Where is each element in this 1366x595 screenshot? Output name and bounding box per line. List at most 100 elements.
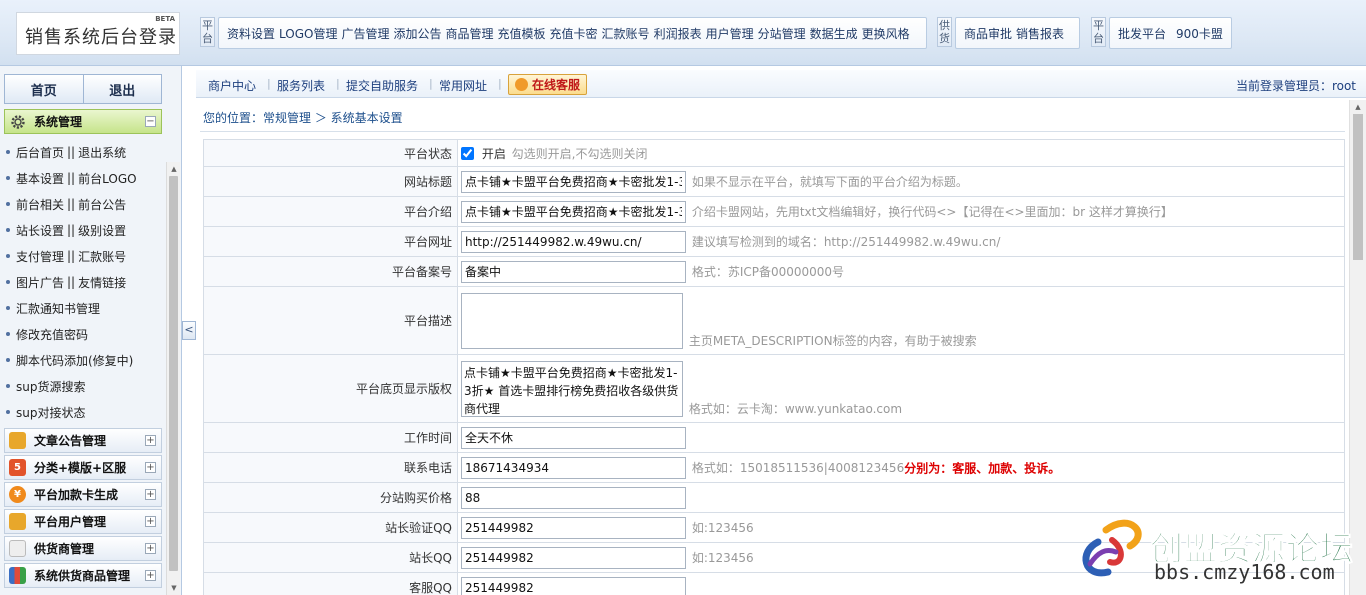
menu-link[interactable]: sup对接状态 — [16, 404, 85, 421]
group-tag-supply: 供货 — [937, 17, 952, 47]
collapse-toggle-icon[interactable]: − — [145, 116, 156, 127]
row-icp: 平台备案号 格式：苏ICP备00000000号 — [203, 256, 1345, 287]
content-toolbar: 商户中心 | 服务列表 | 提交自助服务 | 常用网址 | 在线客服 当前登录管… — [196, 70, 1366, 98]
section-user-management[interactable]: 平台用户管理 + — [4, 509, 162, 534]
field-hint: 勾选则开启,不勾选则关闭 — [511, 146, 648, 161]
description-textarea[interactable] — [461, 292, 683, 349]
row-description: 平台描述 主页META_DESCRIPTION标签的内容，有助于被搜索 — [203, 286, 1345, 355]
field-hint: 如:123456 — [691, 521, 754, 535]
scroll-up-icon[interactable]: ▲ — [1350, 100, 1366, 114]
online-service-button[interactable]: 在线客服 — [508, 74, 588, 95]
section-label: 平台用户管理 — [34, 515, 107, 529]
expand-toggle-icon[interactable]: + — [145, 435, 156, 446]
section-supplier-products[interactable]: 系统供货商品管理 + — [4, 563, 162, 588]
section-card-generation[interactable]: ¥ 平台加款卡生成 + — [4, 482, 162, 507]
expand-toggle-icon[interactable]: + — [145, 462, 156, 473]
menu-link[interactable]: 基本设置 — [16, 170, 64, 187]
logout-button[interactable]: 退出 — [83, 74, 162, 104]
nav-link-ads[interactable]: 广告管理 — [341, 25, 389, 42]
admin-info: 当前登录管理员：root — [1235, 79, 1356, 93]
platform-url-input[interactable] — [461, 230, 686, 253]
expand-toggle-icon[interactable]: + — [145, 489, 156, 500]
nav-link-substations[interactable]: 分站管理 — [758, 25, 806, 42]
nav-link-theme[interactable]: 更换风格 — [862, 25, 910, 42]
menu-link[interactable]: 后台首页 — [16, 144, 64, 161]
watermark-url: bbs.cmzy168.com — [1154, 560, 1335, 584]
site-title-input[interactable] — [461, 170, 686, 193]
menu-link[interactable]: 脚本代码添加(修复中) — [16, 352, 133, 369]
nav-link-product-approval[interactable]: 商品审批 — [964, 25, 1012, 42]
menu-link[interactable]: 支付管理 — [16, 248, 64, 265]
menu-link[interactable]: 友情链接 — [78, 274, 126, 291]
menu-link[interactable]: 前台公告 — [78, 196, 126, 213]
section-label: 系统供货商品管理 — [34, 569, 131, 583]
menu-link[interactable]: sup货源搜索 — [16, 378, 85, 395]
worktime-input[interactable] — [461, 426, 686, 449]
phone-input[interactable] — [461, 456, 686, 479]
menu-link[interactable]: 前台LOGO — [78, 170, 136, 187]
menu-item: 脚本代码添加(修复中) — [6, 350, 133, 370]
row-copyright: 平台底页显示版权 点卡铺★卡盟平台免费招商★卡密批发1-3折★ 首选卡盟排行榜免… — [203, 354, 1345, 423]
copyright-textarea[interactable]: 点卡铺★卡盟平台免费招商★卡密批发1-3折★ 首选卡盟排行榜免费招收各级供货商代… — [461, 360, 683, 417]
menu-link[interactable]: 级别设置 — [78, 222, 126, 239]
sidebar-collapse-handle[interactable]: < — [182, 321, 196, 340]
platform-intro-input[interactable] — [461, 200, 686, 223]
watermark: 创盟资源论坛 bbs.cmzy168.com — [1072, 512, 1362, 590]
section-article-notices[interactable]: 文章公告管理 + — [4, 428, 162, 453]
nav-link-add-notice[interactable]: 添加公告 — [393, 25, 441, 42]
nav-link-sales-report[interactable]: 销售报表 — [1016, 25, 1064, 42]
menu-item: 基本设置 || 前台LOGO — [6, 168, 137, 188]
field-hint: 主页META_DESCRIPTION标签的内容，有助于被搜索 — [688, 333, 977, 348]
folder-icon — [9, 432, 26, 449]
sidebar-scroll-thumb[interactable] — [169, 176, 178, 571]
self-service-link[interactable]: 提交自助服务 — [346, 77, 418, 94]
nav-link-users[interactable]: 用户管理 — [706, 25, 754, 42]
bullet-icon — [6, 384, 10, 388]
section-label: 系统管理 — [34, 115, 83, 129]
menu-link[interactable]: 修改充值密码 — [16, 326, 88, 343]
section-label: 文章公告管理 — [34, 434, 107, 448]
status-checkbox[interactable] — [461, 146, 474, 160]
menu-link[interactable]: 汇款账号 — [78, 248, 126, 265]
substation-price-input[interactable] — [461, 486, 686, 509]
section-supplier-management[interactable]: 供货商管理 + — [4, 536, 162, 561]
menu-link[interactable]: 前台相关 — [16, 196, 64, 213]
common-urls-link[interactable]: 常用网址 — [439, 77, 487, 94]
section-category-template[interactable]: 5 分类+模版+区服 + — [4, 455, 162, 480]
merchant-center-link[interactable]: 商户中心 — [208, 77, 256, 94]
scroll-up-icon[interactable]: ▲ — [167, 162, 181, 176]
nav-link-products[interactable]: 商品管理 — [446, 25, 494, 42]
nav-link-profit-report[interactable]: 利润报表 — [654, 25, 702, 42]
nav-link-remit-account[interactable]: 汇款账号 — [602, 25, 650, 42]
owner-qq-input[interactable] — [461, 546, 686, 569]
expand-toggle-icon[interactable]: + — [145, 570, 156, 581]
field-hint: 如:123456 — [691, 551, 754, 565]
nav-link-profile[interactable]: 资料设置 — [227, 25, 275, 42]
nav-link-logo[interactable]: LOGO管理 — [279, 25, 337, 42]
nav-link-wholesale[interactable]: 批发平台 — [1118, 25, 1166, 42]
row-site-title: 网站标题 如果不显示在平台，就填写下面的平台介绍为标题。 — [203, 166, 1345, 197]
menu-link[interactable]: 汇款通知书管理 — [16, 300, 100, 317]
menu-link[interactable]: 站长设置 — [16, 222, 64, 239]
scroll-down-icon[interactable]: ▼ — [167, 581, 181, 595]
section-system-management[interactable]: 系统管理 − — [4, 109, 162, 134]
service-list-link[interactable]: 服务列表 — [277, 77, 325, 94]
nav-link-recharge-template[interactable]: 充值模板 — [498, 25, 546, 42]
expand-toggle-icon[interactable]: + — [145, 516, 156, 527]
home-button[interactable]: 首页 — [4, 74, 84, 104]
bullet-icon — [6, 202, 10, 206]
expand-toggle-icon[interactable]: + — [145, 543, 156, 554]
service-qq-input[interactable] — [461, 576, 686, 595]
menu-link[interactable]: 退出系统 — [78, 144, 126, 161]
field-label: 联系电话 — [203, 452, 458, 483]
nav-link-900[interactable]: 900卡盟 — [1176, 25, 1223, 42]
html5-icon: 5 — [9, 459, 26, 476]
nav-link-recharge-cards[interactable]: 充值卡密 — [550, 25, 598, 42]
verify-qq-input[interactable] — [461, 516, 686, 539]
sidebar-scrollbar[interactable]: ▲ ▼ — [166, 162, 180, 595]
menu-link[interactable]: 图片广告 — [16, 274, 64, 291]
nav-link-data-gen[interactable]: 数据生成 — [810, 25, 858, 42]
nav-group-platform: 资料设置 LOGO管理 广告管理 添加公告 商品管理 充值模板 充值卡密 汇款账… — [218, 17, 927, 49]
icp-input[interactable] — [461, 260, 686, 283]
main-scroll-thumb[interactable] — [1353, 114, 1363, 260]
